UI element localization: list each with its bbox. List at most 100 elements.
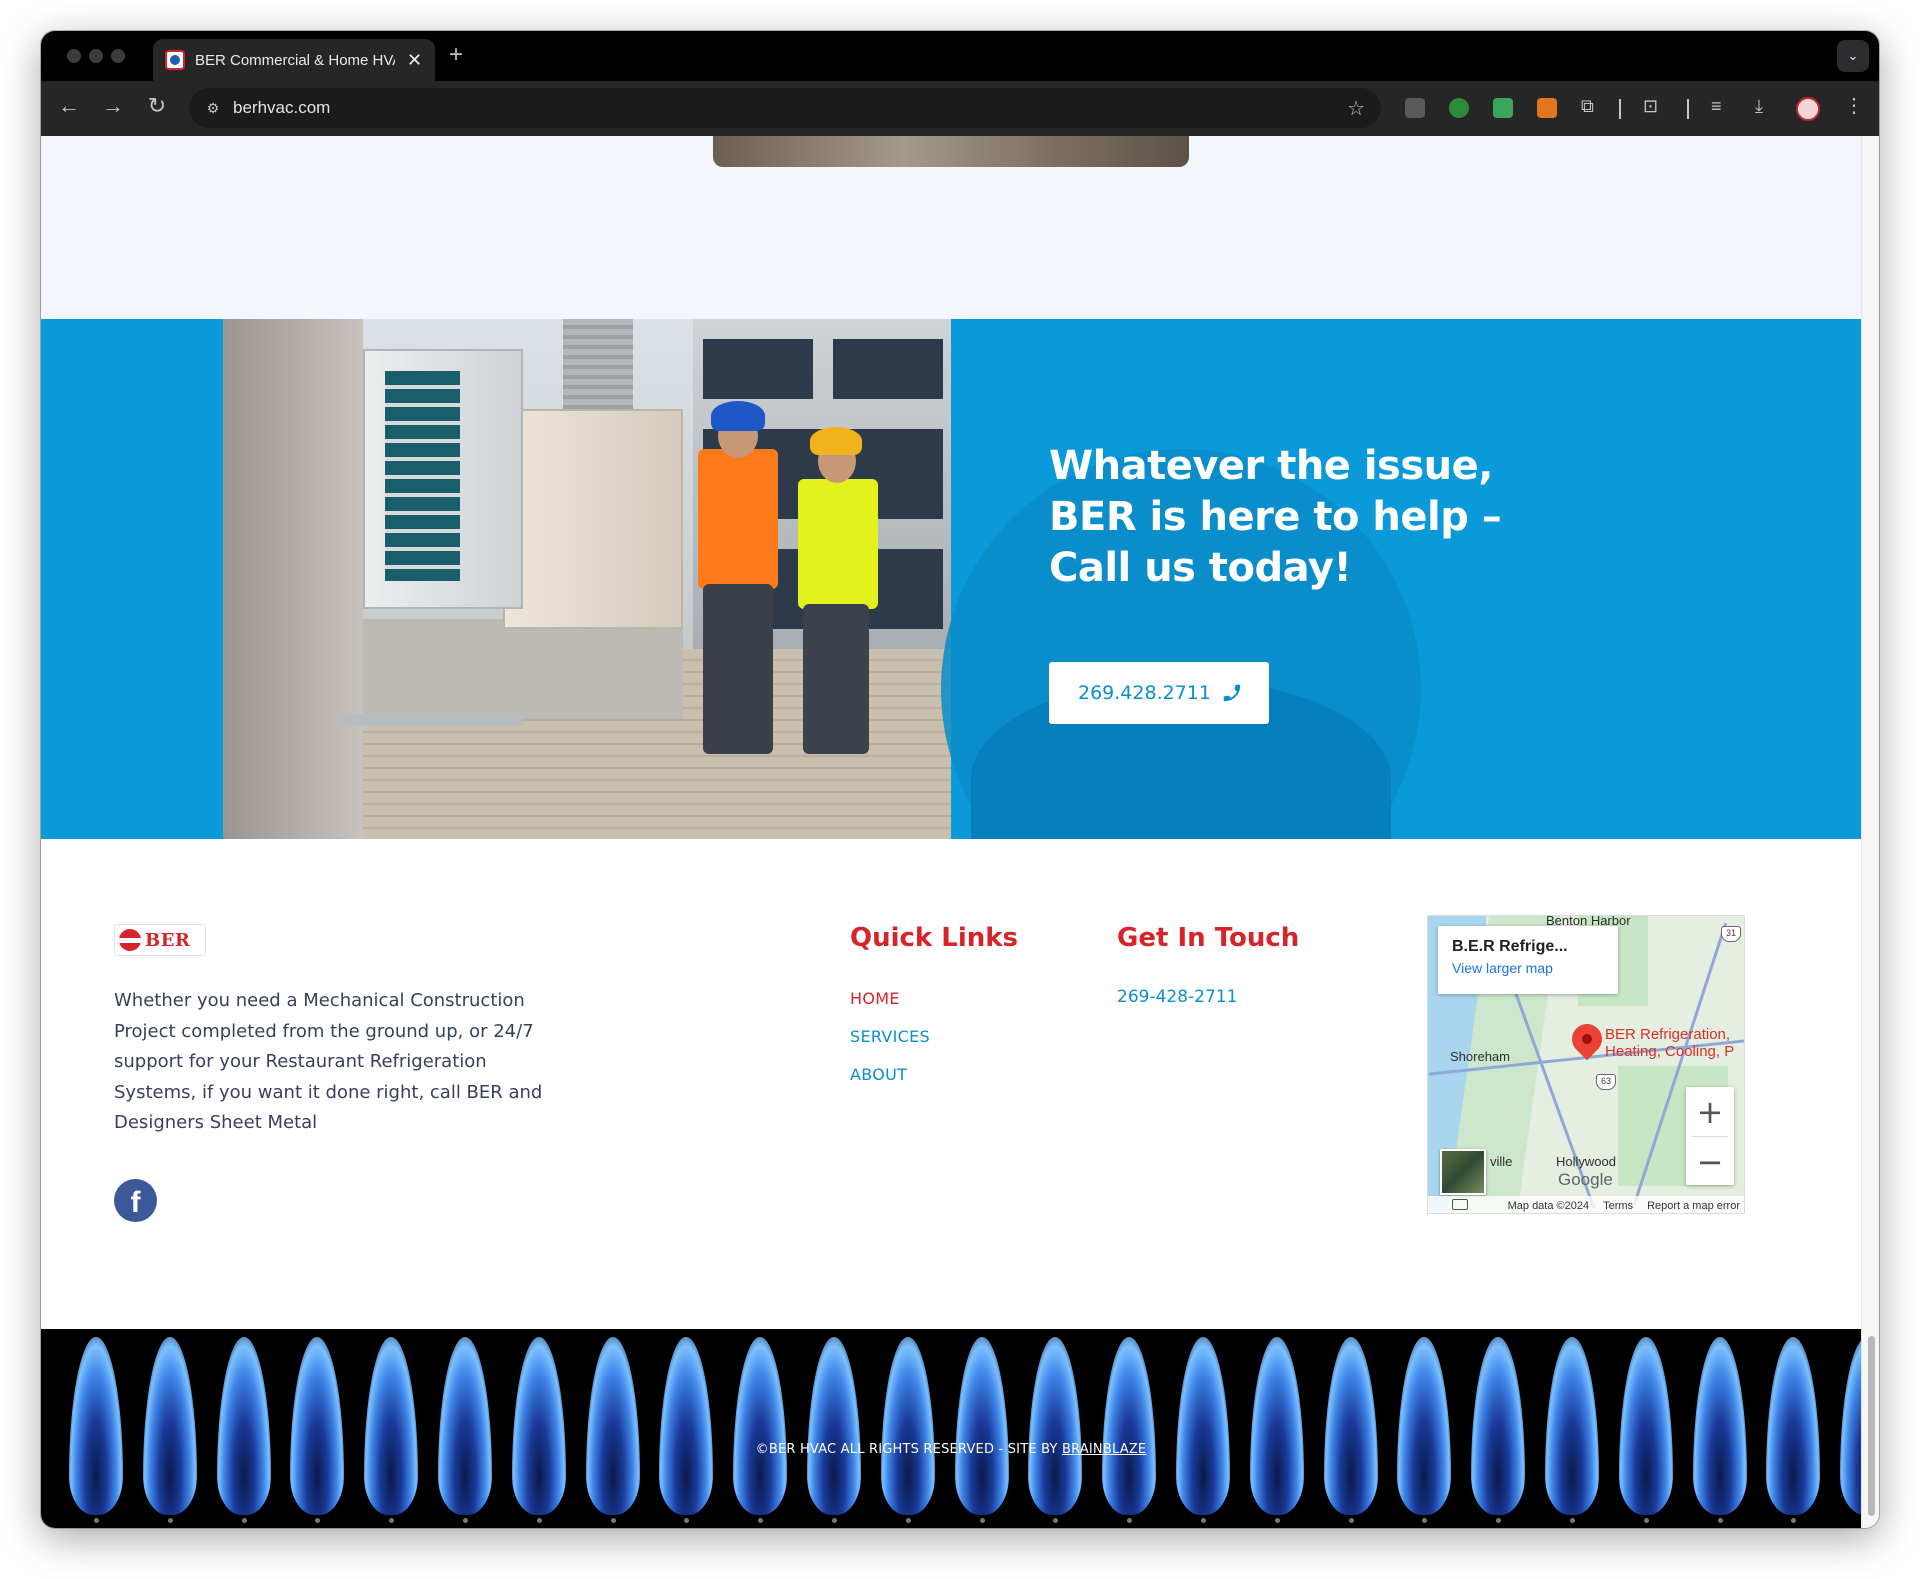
maximize-window-dot[interactable] [111, 49, 125, 63]
map-zoom-control: + − [1686, 1087, 1734, 1185]
burner-flame [1545, 1337, 1599, 1515]
map-report-error-link[interactable]: Report a map error [1647, 1200, 1740, 1212]
zoom-in-icon[interactable]: + [1686, 1087, 1734, 1136]
photo-hvac-box [503, 409, 683, 629]
site-favicon-icon [165, 50, 185, 70]
minimize-window-dot[interactable] [89, 49, 103, 63]
burner-flame [659, 1337, 714, 1515]
site-settings-icon[interactable]: ⚙ [203, 98, 223, 118]
tab-search-icon[interactable]: ⌄ [1837, 40, 1869, 72]
burner-flame [1766, 1337, 1821, 1515]
copyright-label: ©BER HVAC ALL RIGHTS RESERVED - SITE BY [755, 1442, 1062, 1457]
close-window-dot[interactable] [67, 49, 81, 63]
burner-port [979, 1518, 985, 1523]
burner-port [1422, 1518, 1428, 1523]
call-phone-button[interactable]: 269.428.2711 [1049, 662, 1269, 724]
cta-heading: Whatever the issue, BER is here to help … [1049, 441, 1529, 594]
burner-flame [1692, 1337, 1747, 1515]
burner-port [1201, 1518, 1206, 1523]
profile-avatar[interactable] [1796, 97, 1820, 121]
photo-stand [343, 714, 523, 726]
burner-port [610, 1518, 616, 1523]
new-tab-icon[interactable]: + [449, 41, 463, 69]
tab-strip: BER Commercial & Home HVAC ✕ + ⌄ [41, 31, 1879, 81]
scrollbar-thumb[interactable] [1868, 1336, 1875, 1516]
get-in-touch-heading: Get In Touch [1117, 923, 1300, 953]
technician-orange [698, 449, 778, 589]
footer-phone-link[interactable]: 269-428-2711 [1117, 987, 1237, 1007]
extension-icon[interactable] [1405, 98, 1425, 118]
yellow-hardhat [810, 427, 862, 455]
extension-eyes-icon[interactable] [1493, 98, 1513, 118]
burner-port [1791, 1518, 1797, 1523]
burner-flame [954, 1337, 1009, 1515]
burner-flame [438, 1337, 492, 1515]
address-bar[interactable]: ⚙ berhvac.com ☆ [189, 88, 1381, 128]
download-icon[interactable]: ⤓ [1755, 96, 1763, 117]
back-arrow-icon[interactable]: ← [54, 93, 84, 119]
technician-yellow [798, 479, 878, 609]
burner-port [1348, 1518, 1354, 1523]
cta-heading-line3: Call us today! [1049, 545, 1352, 591]
burner-flame [216, 1337, 271, 1515]
bookmark-star-icon[interactable]: ☆ [1347, 96, 1365, 121]
burner-flame [1249, 1337, 1304, 1515]
google-logo: Google [1558, 1170, 1613, 1189]
reload-icon[interactable]: ↻ [142, 93, 172, 119]
burner-flame [69, 1337, 123, 1515]
burner-port [536, 1518, 542, 1523]
metamask-fox-icon[interactable] [1537, 98, 1557, 118]
route-31-shield: 31 [1721, 926, 1741, 942]
reading-list-icon[interactable]: ≡ [1711, 96, 1722, 117]
url-text[interactable]: berhvac.com [233, 98, 330, 118]
quick-links-heading: Quick Links [850, 923, 1019, 953]
burner-flame [1323, 1337, 1378, 1515]
burner-port [905, 1518, 911, 1523]
forward-arrow-icon[interactable]: → [98, 93, 128, 119]
copyright-band: ©BER HVAC ALL RIGHTS RESERVED - SITE BY … [41, 1329, 1861, 1528]
map-label-hollywood: Hollywood [1556, 1154, 1616, 1169]
burner-port [463, 1518, 468, 1523]
active-tab[interactable]: BER Commercial & Home HVAC ✕ [153, 39, 435, 81]
satellite-toggle-thumbnail[interactable] [1440, 1149, 1486, 1195]
keyboard-shortcuts-icon[interactable] [1452, 1199, 1468, 1210]
burner-flame [1618, 1337, 1673, 1515]
burner-flame [364, 1337, 419, 1515]
ber-logo-text: BER [145, 929, 191, 951]
burner-port [1717, 1518, 1723, 1523]
browser-window: BER Commercial & Home HVAC ✕ + ⌄ ← → ↻ ⚙… [41, 31, 1879, 1528]
footer-link-about[interactable]: ABOUT [850, 1065, 907, 1084]
more-menu-icon[interactable]: ⋮ [1844, 93, 1864, 118]
burner-port [1643, 1518, 1649, 1523]
zoom-out-icon[interactable]: − [1686, 1137, 1734, 1186]
extensions-puzzle-icon[interactable]: ⧉ [1581, 96, 1594, 117]
map-place-title: B.E.R Refrige... [1452, 938, 1568, 955]
extension-green-icon[interactable] [1449, 98, 1469, 118]
brainblaze-link[interactable]: BRAINBLAZE [1062, 1442, 1146, 1457]
burner-flame [807, 1337, 861, 1515]
footer-link-services[interactable]: SERVICES [850, 1027, 930, 1046]
photo-condenser-unit [363, 349, 523, 609]
screenshot-icon[interactable]: ⊡ [1643, 96, 1658, 117]
view-larger-map-link[interactable]: View larger map [1452, 960, 1604, 976]
burner-port [1274, 1518, 1280, 1523]
burner-port [389, 1518, 395, 1523]
ber-logo[interactable]: BER [114, 924, 206, 956]
burner-flame [290, 1337, 345, 1515]
burner-flame [1840, 1337, 1861, 1515]
map-business-label[interactable]: BER Refrigeration, Heating, Cooling, P [1605, 1026, 1744, 1060]
google-map-embed[interactable]: Benton Harbor Shoreham Hollywood ville 3… [1427, 915, 1745, 1214]
photo-unit-base [363, 619, 683, 719]
cta-heading-line2: BER is here to help – [1049, 494, 1502, 540]
footer-link-home[interactable]: HOME [850, 989, 900, 1008]
burner-flame [1176, 1337, 1230, 1515]
map-terms-link[interactable]: Terms [1603, 1200, 1633, 1212]
facebook-icon[interactable]: f [114, 1179, 157, 1222]
toolbar-divider [1619, 99, 1621, 119]
ber-logo-mark-icon [119, 929, 141, 951]
route-63-shield: 63 [1596, 1074, 1616, 1090]
page-scrollbar[interactable] [1861, 136, 1879, 1528]
burner-port [241, 1518, 247, 1523]
close-tab-icon[interactable]: ✕ [407, 50, 422, 71]
burner-port [167, 1518, 173, 1523]
